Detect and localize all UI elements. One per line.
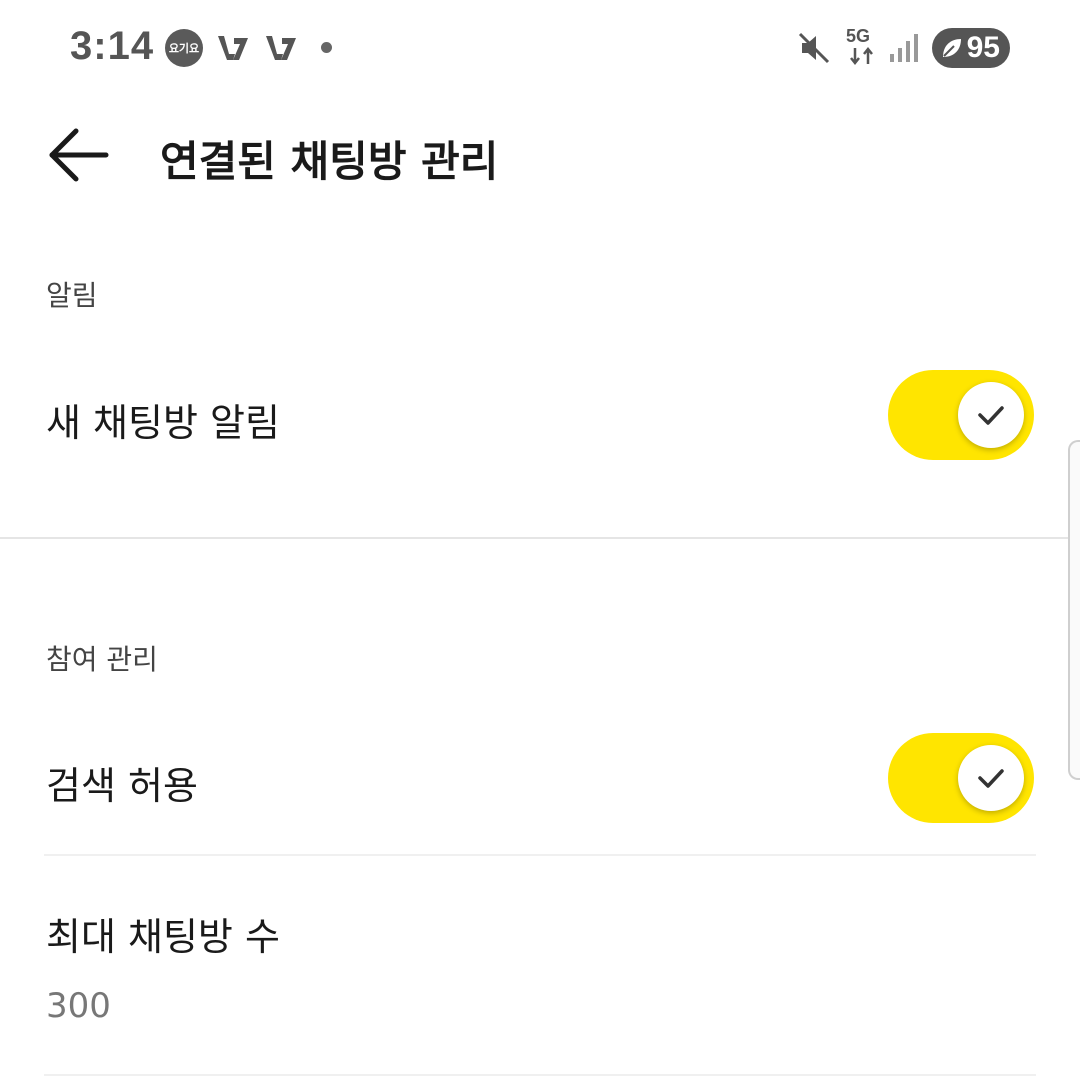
row-divider <box>44 854 1036 856</box>
new-chat-alert-toggle[interactable] <box>888 370 1034 460</box>
row-divider <box>44 1074 1036 1076</box>
section-header-participation: 참여 관리 <box>46 643 158 676</box>
check-icon <box>978 406 1004 425</box>
max-rooms-value: 300 <box>46 986 111 1026</box>
edge-panel-handle[interactable] <box>1068 440 1080 780</box>
page-title: 연결된 채팅방 관리 <box>160 137 499 186</box>
back-button[interactable] <box>44 122 114 188</box>
allow-search-label: 검색 허용 <box>46 764 198 808</box>
notification-dot-icon <box>321 42 332 53</box>
data-arrows-icon <box>850 46 873 66</box>
leaf-icon <box>943 39 961 57</box>
battery-indicator: 95 <box>932 28 1010 68</box>
toggle-knob <box>958 745 1024 811</box>
toggle-knob <box>958 382 1024 448</box>
status-time: 3:14 <box>70 24 155 68</box>
network-type: 5G <box>846 26 871 46</box>
section-header-notifications: 알림 <box>46 279 98 312</box>
status-bar: 3:14 요기요 5G 95 <box>0 0 1080 96</box>
mute-icon <box>798 32 830 64</box>
arrow-left-icon <box>49 128 109 182</box>
signal-icon <box>890 34 918 62</box>
battery-percent: 95 <box>966 31 1000 64</box>
screen: 3:14 요기요 5G 95 연결된 채팅방 관리 알림 새 채팅방 알림 참여… <box>0 0 1080 1080</box>
allow-search-toggle[interactable] <box>888 733 1034 823</box>
new-chat-alert-label: 새 채팅방 알림 <box>46 401 280 445</box>
check-icon <box>978 769 1004 788</box>
v-notification-icon <box>218 36 248 60</box>
yogiyo-app-icon: 요기요 <box>165 29 203 67</box>
v-notification-icon <box>266 36 296 60</box>
section-divider <box>0 537 1080 539</box>
max-rooms-label[interactable]: 최대 채팅방 수 <box>46 906 280 961</box>
